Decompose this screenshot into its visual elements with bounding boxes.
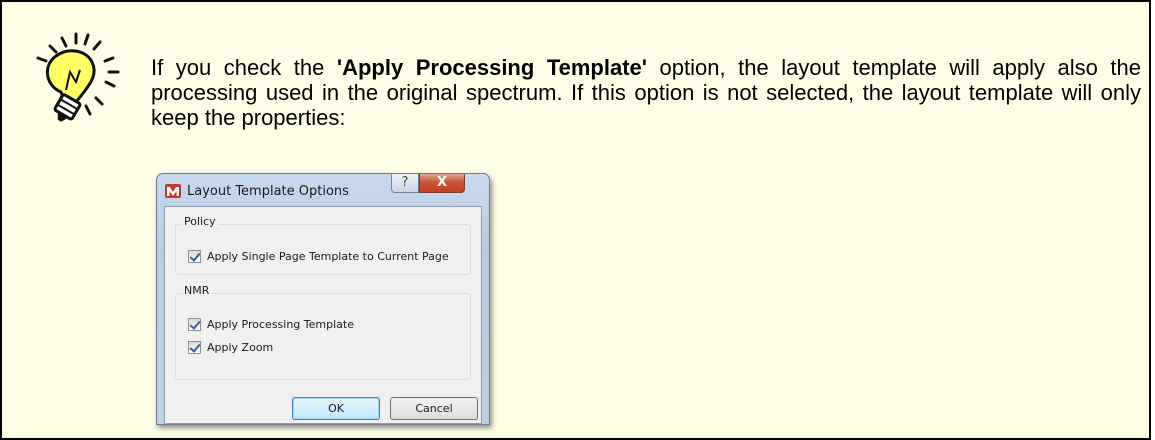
close-icon: X	[436, 175, 448, 190]
nmr-group-label: NMR	[182, 284, 212, 297]
mnova-app-icon	[165, 184, 181, 198]
dialog-titlebar: Layout Template Options	[165, 180, 349, 202]
lightbulb-icon	[36, 32, 120, 122]
apply-processing-template-checkbox[interactable]: Apply Processing Template	[188, 316, 354, 332]
policy-group-label: Policy	[182, 215, 218, 228]
tip-bold-option-name: 'Apply Processing Template'	[336, 55, 648, 80]
help-button[interactable]: ?	[391, 174, 419, 193]
apply-single-page-template-label: Apply Single Page Template to Current Pa…	[207, 249, 449, 263]
help-icon: ?	[401, 175, 409, 190]
checkbox-checked[interactable]	[188, 340, 201, 354]
checkbox-checked[interactable]	[188, 317, 201, 331]
cancel-button[interactable]: Cancel	[390, 397, 478, 420]
apply-processing-template-label: Apply Processing Template	[207, 317, 354, 331]
apply-zoom-checkbox[interactable]: Apply Zoom	[188, 339, 273, 355]
checkbox-checked[interactable]	[188, 249, 201, 263]
apply-zoom-label: Apply Zoom	[207, 340, 274, 354]
policy-group: Policy Apply Single Page Template to Cur…	[175, 215, 471, 275]
close-button[interactable]: X	[419, 174, 465, 193]
dialog-title: Layout Template Options	[187, 183, 349, 199]
tip-paragraph: If you check the 'Apply Processing Templ…	[151, 55, 1141, 130]
layout-template-options-dialog: Layout Template Options ? X Policy Apply…	[156, 173, 490, 425]
dialog-client-area: Policy Apply Single Page Template to Cur…	[164, 206, 482, 424]
tip-box: If you check the 'Apply Processing Templ…	[0, 0, 1151, 440]
tip-text-before: If you check the	[151, 55, 337, 80]
ok-button[interactable]: OK	[292, 397, 380, 420]
nmr-group: NMR Apply Processing Template Apply Zoom	[175, 284, 471, 380]
apply-single-page-template-checkbox[interactable]: Apply Single Page Template to Current Pa…	[188, 248, 449, 264]
